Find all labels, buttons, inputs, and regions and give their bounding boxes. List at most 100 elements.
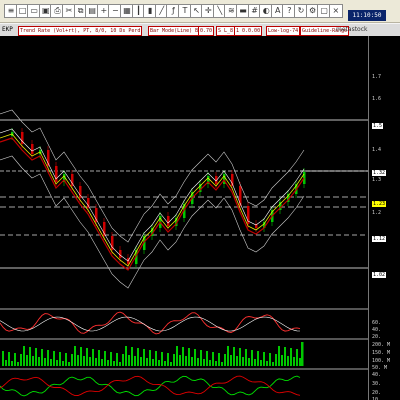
caption-low[interactable]: Low-log-74 (266, 26, 301, 36)
price-tick-label: 1.23 (372, 201, 387, 207)
volume-bar (301, 342, 304, 366)
volume-bar (137, 348, 139, 366)
candle-body (55, 166, 58, 182)
volume-bar (281, 355, 283, 366)
candle-body (31, 144, 34, 154)
volume-bar (89, 357, 91, 366)
volume-bar (104, 351, 106, 366)
volume-bar (155, 351, 157, 366)
volume-bar (245, 349, 247, 366)
volume-bar (191, 357, 193, 366)
brand-label: metastock (336, 26, 368, 33)
volume-bar (14, 353, 16, 366)
dmi-tick-label: 20. (372, 390, 382, 396)
volume-bar (5, 360, 7, 366)
volume-bar (71, 354, 73, 366)
volume-tick-label: 200. M (372, 342, 391, 348)
dmi-minus-line (0, 375, 301, 397)
caption-time[interactable]: 1 0.0.00 (234, 26, 263, 36)
volume-bar (92, 349, 94, 366)
caption-sl[interactable]: S L_8 (216, 26, 236, 36)
volume-bar (278, 346, 280, 366)
right-scale: 1.7 1.6 1.5 1.4 1.32 1.3 1.23 1.2 1.12 1.02 60. 40.… (368, 36, 400, 400)
price-tick-label: 1.6 (372, 96, 382, 102)
volume-bar (50, 359, 52, 366)
price-tick-label: 1.7 (372, 74, 382, 80)
panel-separator (0, 338, 368, 340)
volume-bar (167, 353, 169, 366)
volume-bar (215, 361, 217, 366)
price-tick-label: 1.5 (372, 123, 384, 129)
volume-bar (158, 360, 160, 366)
volume-bar (131, 347, 133, 366)
close-icon[interactable]: × (328, 4, 343, 18)
volume-bar (59, 352, 61, 366)
volume-bar (32, 356, 34, 366)
volume-bar (116, 353, 118, 366)
volume-bar (149, 350, 151, 366)
volume-bar (80, 347, 82, 366)
volume-bar (248, 358, 250, 366)
metastock-window: ≡ □ ▭ ▣ ⎙ ✂ ⧉ ▤ + − ▦ ┃ ▮ ╱ ƒ T ↖ ✛ ╲ ≋ ▬ # ◐ A? ↻ ⚙ ▢ × 11:10:50 E… (0, 0, 400, 400)
volume-bar (65, 353, 67, 366)
volume-bar (143, 349, 145, 366)
toolbar: ≡ □ ▭ ▣ ⎙ ✂ ⧉ ▤ + − ▦ ┃ ▮ ╱ ƒ T ↖ ✛ ╲ ≋ ▬ # ◐ A? ↻ ⚙ ▢ × (0, 0, 400, 23)
volume-bar (290, 348, 292, 366)
volume-bar (236, 356, 238, 366)
caption-value[interactable]: 0.70 (198, 26, 215, 36)
volume-bar (221, 362, 223, 366)
volume-bar (101, 359, 103, 366)
volume-bar (152, 359, 154, 366)
volume-bar (83, 356, 85, 366)
caption-trend[interactable]: Trend Rate (Vol+rt), PT, 8/0, 10 Ds Perd (18, 26, 143, 36)
price-tick-label: 1.3 (372, 177, 382, 183)
volume-bar (77, 355, 79, 366)
volume-tick-label: 150. M (372, 350, 391, 356)
osc-tick-label: 60. (372, 320, 382, 326)
clock: 11:10:50 (348, 10, 386, 21)
volume-bar (20, 354, 22, 366)
volume-bar (86, 348, 88, 366)
volume-bar (107, 360, 109, 366)
volume-tick-label: 100. M (372, 358, 391, 364)
volume-bar (227, 346, 229, 366)
volume-bar (98, 350, 100, 366)
volume-bar (299, 358, 301, 366)
chart-plot-area[interactable] (0, 36, 368, 400)
volume-bar (140, 357, 142, 366)
volume-bar (209, 360, 211, 366)
dmi-tick-label: 30. (372, 381, 382, 387)
volume-bar (35, 348, 37, 366)
volume-bar (8, 352, 10, 366)
volume-bar (251, 350, 253, 366)
volume-bar (212, 352, 214, 366)
volume-bar (95, 358, 97, 366)
volume-bar (170, 362, 172, 366)
volume-bar (146, 358, 148, 366)
volume-bar (272, 362, 274, 366)
volume-bar (164, 361, 166, 366)
volume-bar (266, 361, 268, 366)
volume-bar (242, 357, 244, 366)
moving-average-yellow (0, 133, 305, 267)
volume-bar (173, 354, 175, 366)
volume-bar (11, 361, 13, 366)
volume-bar (47, 350, 49, 366)
volume-bar (134, 356, 136, 366)
price-tick-label: 1.4 (372, 147, 382, 153)
volume-bar (254, 359, 256, 366)
price-chart-svg (0, 109, 368, 397)
dmi-plus-line (0, 375, 301, 397)
volume-bar (206, 351, 208, 366)
volume-bar (239, 348, 241, 366)
volume-bar (203, 359, 205, 366)
bollinger-upper (0, 109, 305, 243)
volume-bar (218, 353, 220, 366)
volume-bar (296, 349, 298, 366)
volume-bar (44, 358, 46, 366)
osc-tick-label: 20. (372, 334, 382, 340)
candle-body (167, 216, 170, 226)
volume-tick-label: 50. M (372, 365, 388, 371)
price-tick-label: 1.12 (372, 236, 387, 242)
volume-bar (185, 356, 187, 366)
